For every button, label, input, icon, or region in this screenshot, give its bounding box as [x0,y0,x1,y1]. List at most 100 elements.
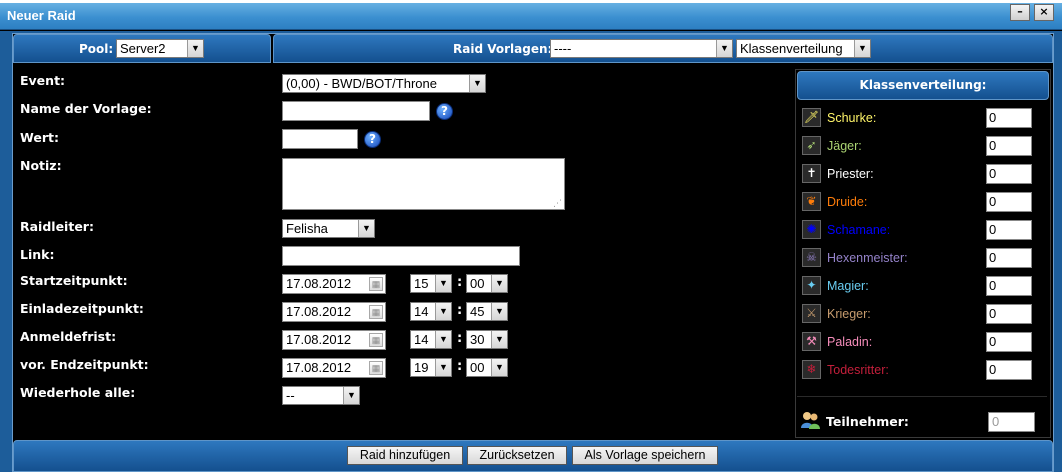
chevron-down-icon: ▼ [491,359,507,376]
chevron-down-icon: ▼ [491,331,507,348]
class-row: ✺ Schamane: 0 [802,220,1042,242]
window-title: Neuer Raid [7,8,76,23]
bow-icon: ➶ [802,136,821,155]
calendar-icon[interactable]: ▦ [369,333,383,347]
end-date-input[interactable]: 17.08.2012 ▦ [282,358,386,378]
repeat-select[interactable]: -- ▼ [282,386,360,405]
minimize-button[interactable]: – [1010,4,1030,21]
link-input[interactable] [282,246,520,266]
users-icon [800,410,820,430]
reset-button[interactable]: Zurücksetzen [467,446,567,465]
close-button[interactable]: × [1034,4,1054,21]
deadline-minute-select[interactable]: 30 ▼ [466,330,508,349]
invite-date-value: 17.08.2012 [286,304,352,319]
totem-icon: ✺ [802,220,821,239]
repeat-label: Wiederhole alle: [20,385,136,400]
window-titlebar: Neuer Raid – × [0,0,1062,30]
template-value: ---- [554,41,572,56]
minimize-icon: – [1017,5,1023,18]
calendar-icon[interactable]: ▦ [369,277,383,291]
start-date-value: 17.08.2012 [286,276,352,291]
end-minute-value: 00 [470,360,485,375]
time-colon: : [457,303,463,318]
sword-icon: ⚔ [802,304,821,323]
start-minute-select[interactable]: 00 ▼ [466,274,508,293]
class-distribution-value: Klassenverteilung [740,41,843,56]
raidleader-select[interactable]: Felisha ▼ [282,219,375,238]
class-count-input[interactable]: 0 [986,136,1032,156]
start-minute-value: 00 [470,276,485,291]
value-label: Wert: [20,130,59,145]
class-count-input[interactable]: 0 [986,164,1032,184]
chevron-down-icon: ▼ [435,331,451,348]
resize-handle-icon[interactable]: ⋰ [553,199,562,209]
note-textarea[interactable]: ⋰ [282,158,565,210]
staff-icon: ✝ [802,164,821,183]
class-count-input[interactable]: 0 [986,332,1032,352]
calendar-icon[interactable]: ▦ [369,305,383,319]
participants-label: Teilnehmer: [826,414,909,429]
raidleader-label: Raidleiter: [20,219,94,234]
class-count-input[interactable]: 0 [986,108,1032,128]
class-name: Hexenmeister: [827,251,908,265]
start-hour-select[interactable]: 15 ▼ [410,274,452,293]
pool-label: Pool: [79,42,114,56]
add-raid-button[interactable]: Raid hinzufügen [347,446,463,465]
skull-icon: ☠ [802,248,821,267]
class-name: Schamane: [827,223,891,237]
start-date-input[interactable]: 17.08.2012 ▦ [282,274,386,294]
hammer-icon: ⚒ [802,332,821,351]
class-name: Schurke: [827,111,877,125]
class-count-input[interactable]: 0 [986,192,1032,212]
chevron-down-icon: ▼ [343,387,359,404]
invite-minute-select[interactable]: 45 ▼ [466,302,508,321]
chevron-down-icon: ▼ [469,75,485,92]
class-name: Todesritter: [827,363,889,377]
end-label: vor. Endzeitpunkt: [20,357,149,372]
help-icon[interactable]: ? [436,103,453,120]
end-hour-select[interactable]: 19 ▼ [410,358,452,377]
class-row: ❦ Druide: 0 [802,192,1042,214]
class-count-input[interactable]: 0 [986,304,1032,324]
top-strip [0,0,1062,3]
calendar-icon[interactable]: ▦ [369,361,383,375]
class-row: 🗡 Schurke: 0 [802,108,1042,130]
class-count-input[interactable]: 0 [986,276,1032,296]
class-count-input[interactable]: 0 [986,220,1032,240]
event-select[interactable]: (0,00) - BWD/BOT/Throne ▼ [282,74,486,93]
invite-hour-value: 14 [414,304,429,319]
template-label: Raid Vorlagen: [453,42,553,56]
end-minute-select[interactable]: 00 ▼ [466,358,508,377]
invite-hour-select[interactable]: 14 ▼ [410,302,452,321]
end-hour-value: 19 [414,360,429,375]
chevron-down-icon: ▼ [716,40,732,57]
invite-date-input[interactable]: 17.08.2012 ▦ [282,302,386,322]
class-row: ☠ Hexenmeister: 0 [802,248,1042,270]
class-count-input[interactable]: 0 [986,248,1032,268]
save-template-button[interactable]: Als Vorlage speichern [572,446,718,465]
invite-label: Einladezeitpunkt: [20,301,144,316]
class-distribution-select[interactable]: Klassenverteilung ▼ [736,39,871,58]
template-name-label: Name der Vorlage: [20,101,152,116]
template-name-input[interactable] [282,101,430,121]
class-name: Priester: [827,167,874,181]
chevron-down-icon: ▼ [187,40,203,57]
deadline-date-value: 17.08.2012 [286,332,352,347]
chevron-down-icon: ▼ [435,359,451,376]
help-icon[interactable]: ? [364,131,381,148]
value-input[interactable] [282,129,358,149]
deadline-hour-select[interactable]: 14 ▼ [410,330,452,349]
pool-select[interactable]: Server2 ▼ [116,39,204,58]
deadline-date-input[interactable]: 17.08.2012 ▦ [282,330,386,350]
chevron-down-icon: ▼ [358,220,374,237]
time-colon: : [457,359,463,374]
deadline-label: Anmeldefrist: [20,329,117,344]
note-label: Notiz: [20,158,62,173]
raidleader-value: Felisha [286,221,328,236]
participants-input[interactable]: 0 [988,412,1035,432]
template-select[interactable]: ---- ▼ [550,39,733,58]
class-row: ➶ Jäger: 0 [802,136,1042,158]
event-label: Event: [20,73,66,88]
class-count-input[interactable]: 0 [986,360,1032,380]
time-colon: : [457,331,463,346]
